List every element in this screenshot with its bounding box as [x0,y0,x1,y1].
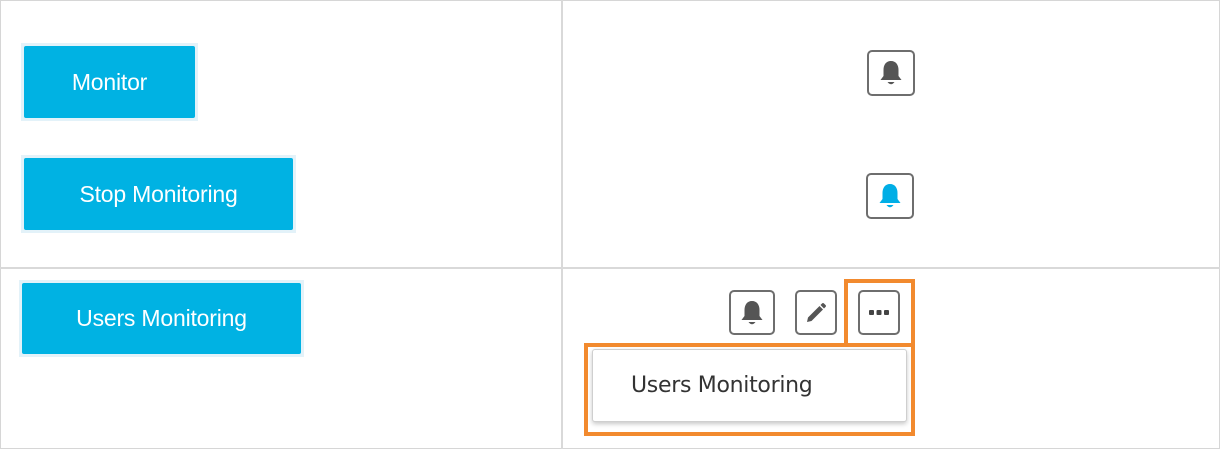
bell-icon [878,59,904,87]
monitor-button-wrapper: Monitor [21,43,198,121]
bell-icon [877,182,903,210]
menu-item-users-monitoring[interactable]: Users Monitoring [593,373,813,398]
stop-monitoring-button-wrapper: Stop Monitoring [21,155,296,233]
column-divider [561,0,563,449]
users-monitoring-button-wrapper: Users Monitoring [19,280,304,357]
bell-button[interactable] [729,290,775,335]
more-options-highlight [844,279,915,347]
more-options-dropdown: Users Monitoring [592,349,907,422]
row-divider [0,267,1220,269]
edit-button[interactable] [795,290,837,335]
bell-button-active[interactable] [866,173,914,219]
bell-icon [739,299,765,327]
stop-monitoring-button[interactable]: Stop Monitoring [24,158,293,230]
pencil-icon [804,301,828,325]
bell-button-inactive[interactable] [867,50,915,96]
users-monitoring-button[interactable]: Users Monitoring [22,283,301,354]
monitor-button[interactable]: Monitor [24,46,195,118]
